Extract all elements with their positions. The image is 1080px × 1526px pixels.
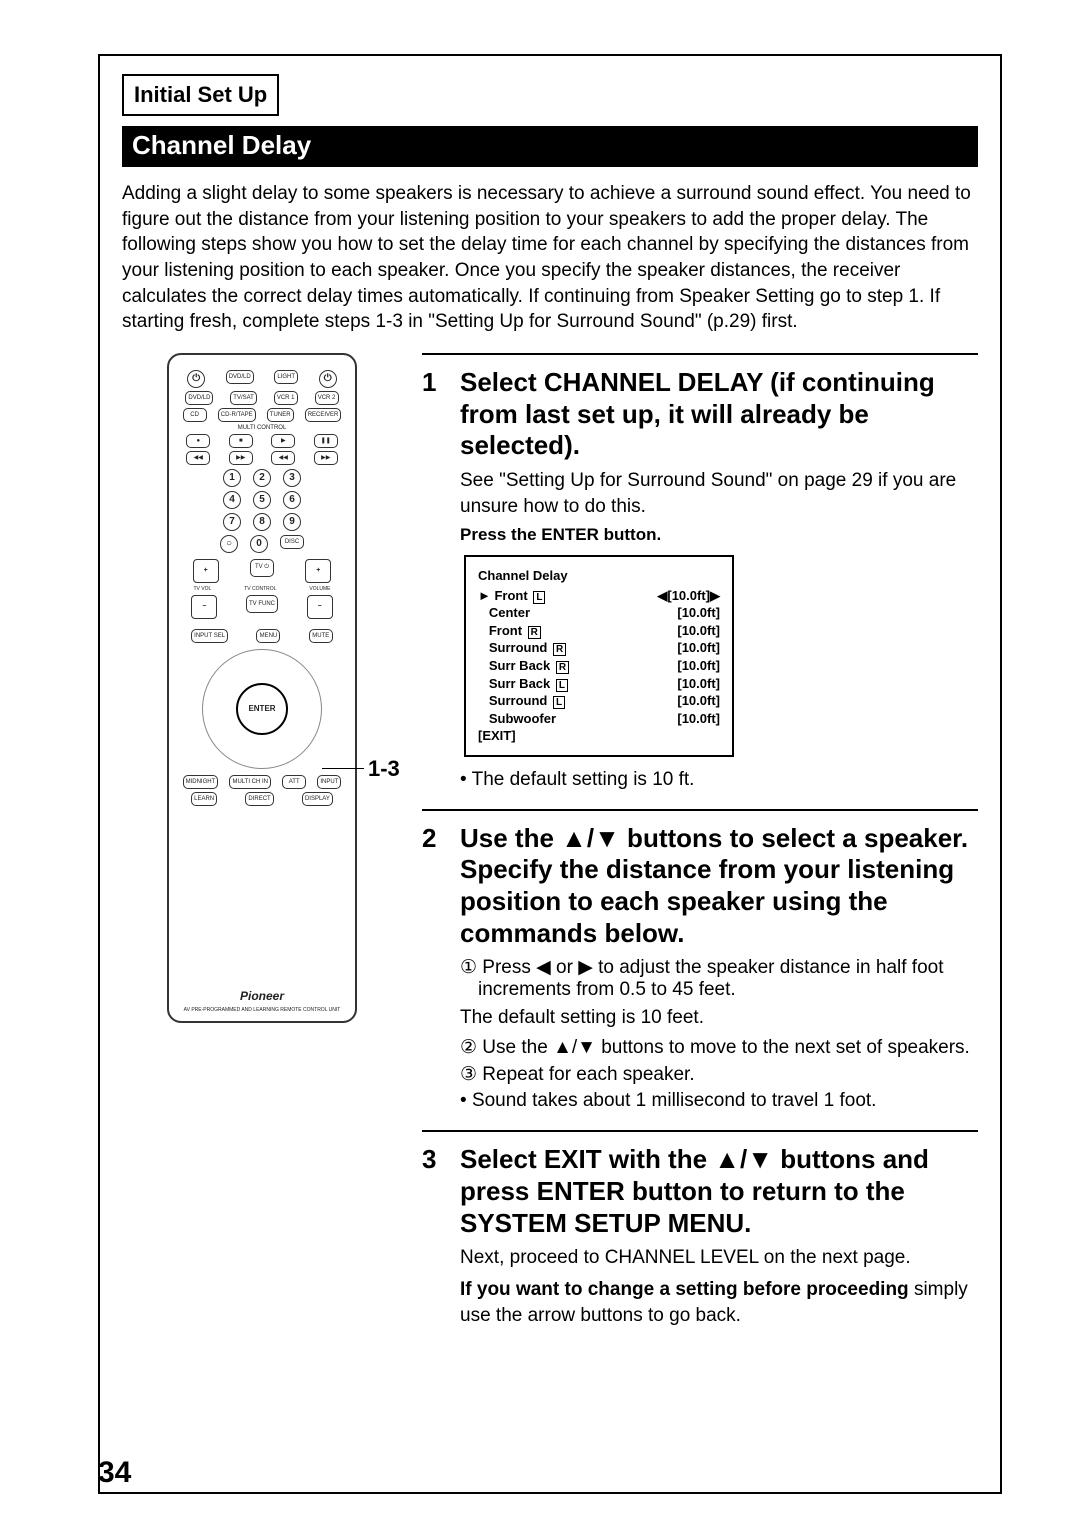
step-text: The default setting is 10 feet. bbox=[460, 1005, 978, 1031]
step-heading: Select CHANNEL DELAY (if continuing from… bbox=[460, 367, 978, 462]
section-title: Channel Delay bbox=[122, 126, 978, 167]
remote-illustration: ⏻DVD/LDLIGHT⏻ DVD/LDTV/SATVCR 1VCR 2 CDC… bbox=[167, 353, 357, 1023]
intro-paragraph: Adding a slight delay to some speakers i… bbox=[122, 181, 978, 335]
remote-sub: AV PRE-PROGRAMMED AND LEARNING REMOTE CO… bbox=[169, 1007, 355, 1013]
page-number: 34 bbox=[98, 1456, 131, 1490]
remote-brand: Pioneer bbox=[169, 989, 355, 1003]
lcd-display: Channel Delay ► Front L◀[10.0ft]▶ Center… bbox=[464, 555, 734, 756]
step-bold: Press the ENTER button. bbox=[460, 525, 978, 545]
enter-button-illustration: ENTER bbox=[236, 683, 288, 735]
step-text: See "Setting Up for Surround Sound" on p… bbox=[460, 468, 978, 519]
step-text: Next, proceed to CHANNEL LEVEL on the ne… bbox=[460, 1245, 978, 1271]
step-number: 3 bbox=[422, 1144, 450, 1334]
step-callout: 1-3 bbox=[368, 756, 400, 782]
step-heading: Use the ▲/▼ buttons to select a speaker.… bbox=[460, 823, 978, 950]
step-enum: ② Use the ▲/▼ buttons to move to the nex… bbox=[460, 1036, 978, 1059]
step-text: If you want to change a setting before p… bbox=[460, 1277, 978, 1328]
step-number: 2 bbox=[422, 823, 450, 1117]
step-number: 1 bbox=[422, 367, 450, 795]
step-bullet: The default setting is 10 ft. bbox=[460, 769, 978, 791]
step-enum: ① Press ◀ or ▶ to adjust the speaker dis… bbox=[460, 956, 978, 1001]
header-tab: Initial Set Up bbox=[122, 74, 279, 116]
step-enum: ③ Repeat for each speaker. bbox=[460, 1063, 978, 1086]
step-3: 3 Select EXIT with the ▲/▼ buttons and p… bbox=[422, 1130, 978, 1348]
step-bullet: Sound takes about 1 millisecond to trave… bbox=[460, 1090, 978, 1112]
step-1: 1 Select CHANNEL DELAY (if continuing fr… bbox=[422, 353, 978, 809]
step-heading: Select EXIT with the ▲/▼ buttons and pre… bbox=[460, 1144, 978, 1239]
step-2: 2 Use the ▲/▼ buttons to select a speake… bbox=[422, 809, 978, 1131]
